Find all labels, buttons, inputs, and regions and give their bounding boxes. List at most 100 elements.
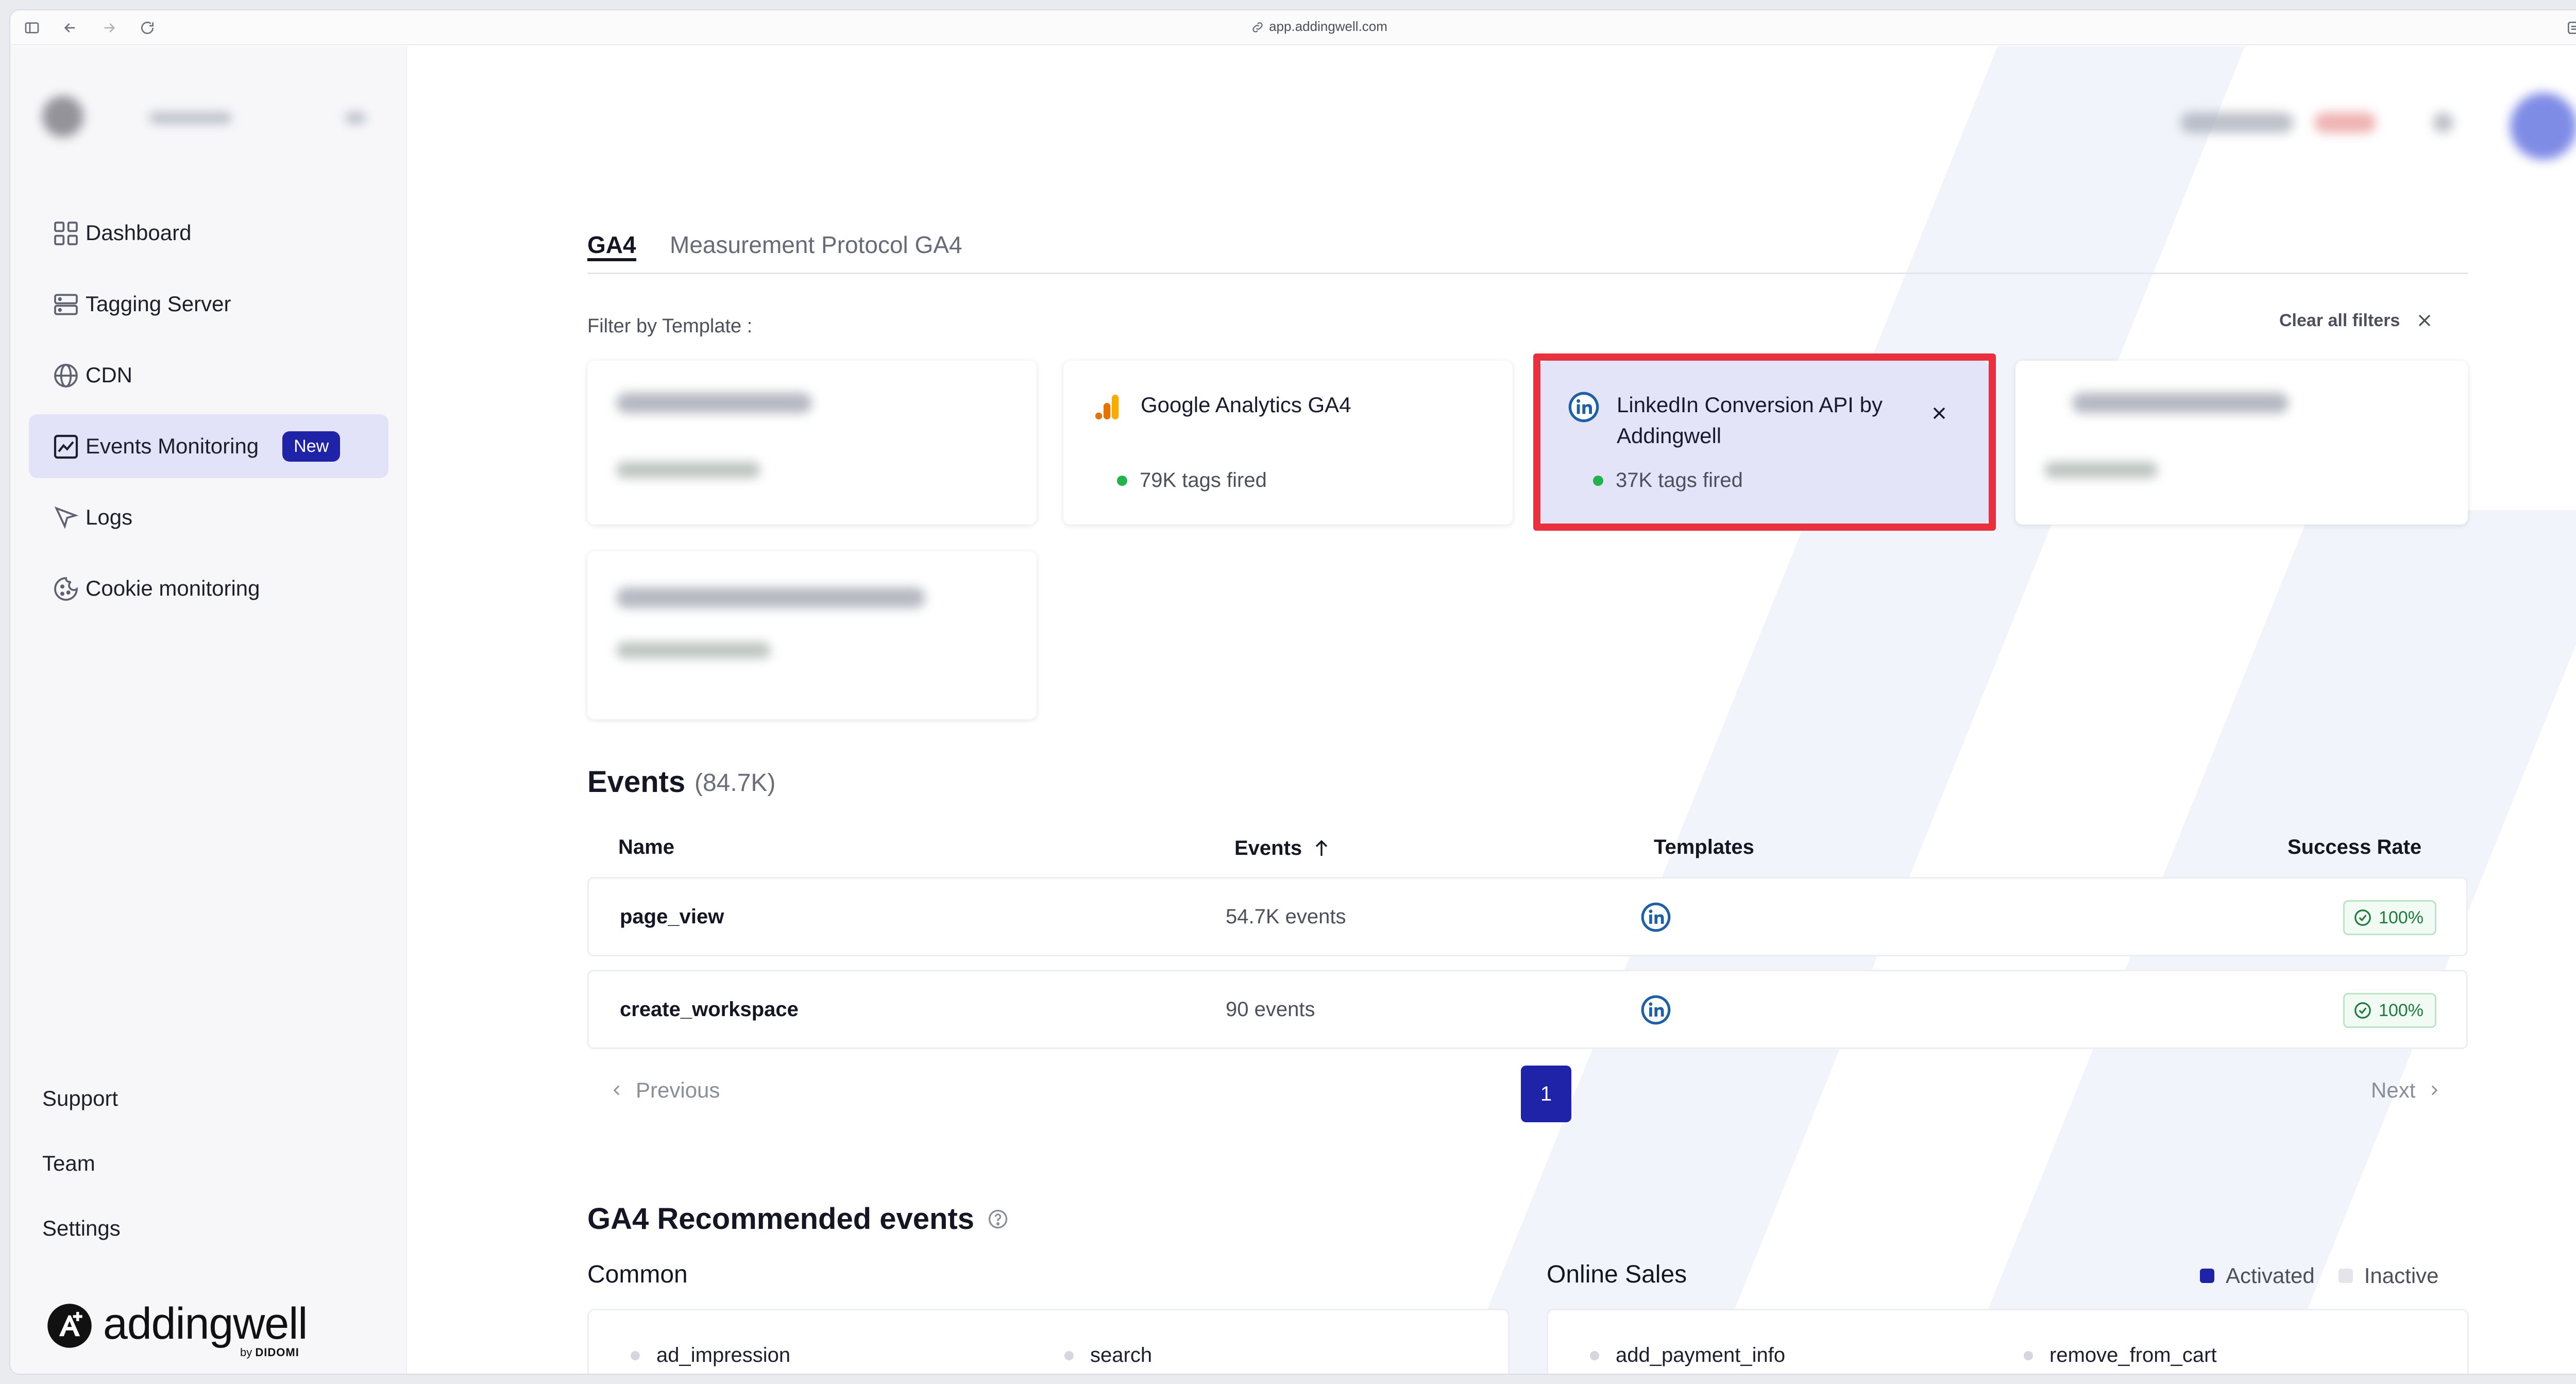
sidebar-item-label: Events Monitoring	[86, 434, 259, 458]
inactive-dot	[1590, 1351, 1599, 1360]
template-card-title: Google Analytics GA4	[1141, 393, 1351, 417]
next-page-button[interactable]: Next	[2371, 1078, 2443, 1103]
list-item[interactable]: remove_from_cart	[2024, 1344, 2217, 1367]
activated-swatch	[2200, 1269, 2214, 1283]
sidebar-item-cookie-monitoring[interactable]: Cookie monitoring	[29, 556, 388, 620]
header-blurred	[2314, 112, 2376, 133]
inactive-dot	[2024, 1351, 2033, 1360]
chevron-right-icon	[2432, 1085, 2438, 1095]
sidebar-item-label: Logs	[86, 505, 133, 529]
link-icon	[1252, 22, 1263, 32]
server-icon	[54, 294, 78, 315]
sort-arrow-up-icon	[1315, 840, 1328, 856]
event-name: create_workspace	[620, 998, 799, 1021]
column-header-success-rate[interactable]: Success Rate	[2287, 836, 2421, 859]
success-rate-badge: 100%	[2343, 900, 2436, 935]
legend-activated: Activated	[2226, 1263, 2315, 1288]
list-item[interactable]: add_payment_info	[1590, 1344, 1785, 1367]
template-card-blurred[interactable]	[2015, 361, 2468, 525]
header-blurred[interactable]	[2433, 112, 2453, 133]
filter-label: Filter by Template :	[587, 315, 753, 337]
globe-icon	[54, 364, 78, 387]
team-link[interactable]: Team	[42, 1151, 95, 1176]
selection-highlight	[1533, 353, 1996, 531]
blurred-title	[616, 587, 925, 608]
template-card-blurred[interactable]	[587, 361, 1037, 525]
list-item[interactable]: ad_impression	[631, 1344, 790, 1367]
tab-measurement-protocol[interactable]: Measurement Protocol GA4	[670, 231, 962, 259]
page-button-1[interactable]: 1	[1521, 1066, 1571, 1122]
chevron-left-icon	[613, 1085, 620, 1095]
header-blurred	[2180, 112, 2294, 133]
tab-ga4[interactable]: GA4	[587, 231, 636, 261]
sidebar-item-label: Cookie monitoring	[86, 576, 260, 600]
common-section-title: Common	[587, 1261, 688, 1288]
sidebar-item-label: Dashboard	[86, 221, 192, 245]
brand-name: addingwell	[103, 1299, 308, 1348]
table-row[interactable]: create_workspace 90 events 100%	[587, 970, 2468, 1049]
sidebar-item-label: Tagging Server	[86, 292, 231, 316]
blurred-title	[2072, 393, 2289, 413]
sidebar-item-label: CDN	[86, 363, 132, 387]
sidebar-item-events-monitoring[interactable]: Events Monitoring New	[29, 414, 388, 478]
browser-window: app.addingwell.com Dashboard Tagging Ser…	[10, 10, 2576, 1374]
sidebar-item-logs[interactable]: Logs	[29, 485, 388, 549]
addingwell-logo-icon	[47, 1304, 92, 1348]
close-icon	[2419, 314, 2431, 327]
settings-link[interactable]: Settings	[42, 1216, 121, 1241]
template-card-blurred[interactable]	[587, 551, 1037, 719]
help-icon[interactable]	[987, 1208, 1009, 1230]
events-title: Events	[587, 765, 686, 799]
chart-icon	[54, 434, 78, 459]
workspace-switch-blurred[interactable]	[345, 112, 366, 124]
avatar[interactable]	[2510, 93, 2576, 160]
address-bar[interactable]: app.addingwell.com	[10, 19, 2576, 35]
blurred-tags	[616, 462, 760, 478]
sidebar-item-cdn[interactable]: CDN	[29, 343, 388, 407]
google-analytics-icon	[1095, 395, 1119, 419]
clear-filters-button[interactable]: Clear all filters	[2279, 310, 2435, 331]
cursor-icon	[54, 506, 79, 529]
online-sales-section-title: Online Sales	[1547, 1261, 1687, 1288]
legend: Activated Inactive	[2200, 1263, 2439, 1288]
support-link[interactable]: Support	[42, 1086, 118, 1111]
workspace-name-blurred	[149, 112, 232, 124]
blurred-tags	[2044, 462, 2158, 478]
blurred-title	[616, 393, 812, 413]
column-header-name[interactable]: Name	[618, 836, 674, 859]
workspace-logo[interactable]	[42, 96, 83, 137]
inactive-swatch	[2338, 1269, 2353, 1283]
inactive-dot	[1064, 1351, 1074, 1360]
blurred-tags	[616, 642, 771, 659]
linkedin-icon	[1641, 902, 1671, 932]
url-text: app.addingwell.com	[1269, 19, 1387, 34]
event-count: 90 events	[1226, 998, 1315, 1021]
cookie-icon	[54, 577, 78, 601]
recommended-events-title: GA4 Recommended events	[587, 1202, 1009, 1236]
main-content: GA4 Measurement Protocol GA4 Filter by T…	[408, 46, 2576, 1374]
sidebar-item-dashboard[interactable]: Dashboard	[29, 201, 388, 265]
new-badge: New	[282, 431, 341, 462]
sidebar: Dashboard Tagging Server CDN Events Moni…	[10, 46, 407, 1374]
table-row[interactable]: page_view 54.7K events 100%	[587, 877, 2468, 956]
events-count: (84.7K)	[694, 769, 776, 797]
tags-fired: 79K tags fired	[1117, 469, 1267, 492]
legend-inactive: Inactive	[2364, 1263, 2439, 1288]
brand-byline: by DIDOMI	[240, 1346, 299, 1359]
inactive-dot	[631, 1351, 640, 1360]
reader-icon[interactable]	[2566, 20, 2576, 36]
grid-icon	[54, 222, 78, 245]
column-header-events[interactable]: Events	[1234, 836, 1332, 860]
event-name: page_view	[620, 905, 724, 928]
browser-toolbar: app.addingwell.com	[10, 10, 2576, 45]
check-circle-icon	[2354, 909, 2371, 926]
column-header-templates: Templates	[1654, 836, 1754, 858]
status-dot	[1117, 475, 1127, 486]
linkedin-icon	[1641, 995, 1671, 1025]
clear-filters-label: Clear all filters	[2279, 310, 2400, 330]
sidebar-nav: Dashboard Tagging Server CDN Events Moni…	[29, 201, 388, 628]
list-item[interactable]: search	[1064, 1344, 1152, 1367]
previous-page-button[interactable]: Previous	[608, 1078, 720, 1103]
sidebar-item-tagging-server[interactable]: Tagging Server	[29, 272, 388, 336]
template-card-ga4[interactable]: Google Analytics GA4 79K tags fired	[1063, 361, 1513, 525]
